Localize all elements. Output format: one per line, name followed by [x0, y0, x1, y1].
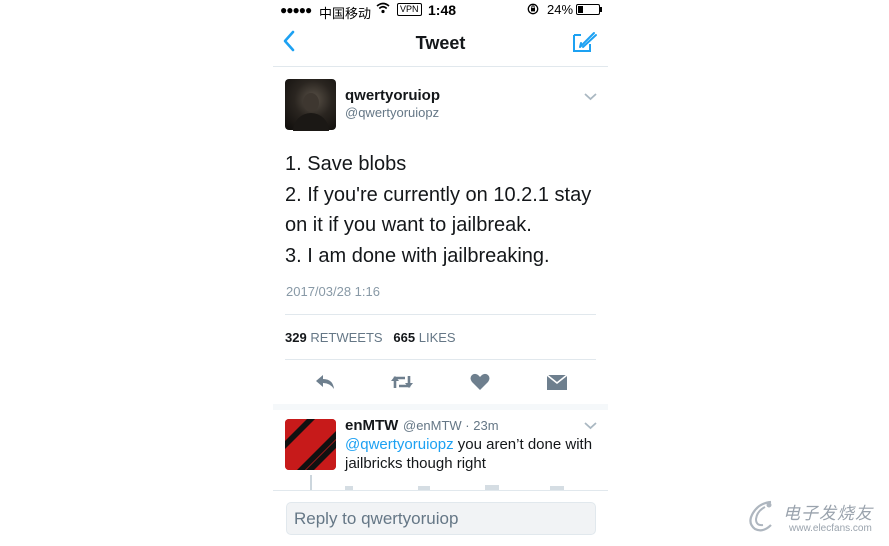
- watermark-url: www.elecfans.com: [789, 523, 872, 534]
- retweet-icon[interactable]: [390, 372, 414, 392]
- watermark-name: 电子发烧友: [783, 504, 873, 523]
- phone-screen: ●●●●● 中国移动 VPN 1:48 24% Tweet qwertyorui…: [273, 0, 608, 546]
- tweet-timestamp: 2017/03/28 1:16: [286, 284, 380, 299]
- battery-percent: 24%: [547, 2, 574, 17]
- reply-input[interactable]: Reply to qwertyoruiop: [286, 502, 596, 535]
- avatar-shoulders: [293, 113, 329, 131]
- tweet-text: 1. Save blobs 2. If you're currently on …: [285, 149, 600, 271]
- page-title: Tweet: [415, 33, 466, 53]
- tweet-text-line: on it if you want to jailbreak.: [285, 214, 532, 236]
- like-icon[interactable]: [469, 372, 491, 392]
- avatar-face: [303, 93, 319, 112]
- reply-icon[interactable]: [314, 372, 336, 392]
- retweets-label[interactable]: RETWEETS: [310, 330, 382, 345]
- rotation-lock-icon: [527, 3, 539, 15]
- likes-count[interactable]: 665: [393, 330, 415, 345]
- tweet-text-line: 3. I am done with jailbreaking.: [285, 244, 550, 267]
- signal-strength-icon: ●●●●●: [280, 3, 312, 17]
- chevron-down-icon[interactable]: [584, 92, 597, 101]
- tweet-author-handle[interactable]: @qwertyoruiopz: [345, 105, 439, 120]
- status-bar: ●●●●● 中国移动 VPN 1:48 24%: [273, 0, 608, 21]
- tweet-stats: 329 RETWEETS 665 LIKES: [285, 330, 456, 345]
- reply-icon[interactable]: [343, 482, 373, 490]
- reply-author-name[interactable]: enMTW: [345, 417, 398, 434]
- retweet-icon[interactable]: [416, 482, 436, 490]
- tweet-action-bar: [273, 366, 608, 400]
- like-icon[interactable]: [483, 482, 507, 490]
- reply-input-placeholder: Reply to qwertyoruiop: [294, 509, 459, 528]
- watermark: 电子发烧友 www.elecfans.com: [745, 497, 885, 542]
- navigation-bar: Tweet: [273, 20, 608, 67]
- vpn-badge: VPN: [397, 3, 422, 16]
- battery-fill: [578, 6, 583, 13]
- mention-link[interactable]: @qwertyoruiopz: [345, 436, 454, 453]
- reply-bar: Reply to qwertyoruiop: [273, 490, 608, 546]
- avatar[interactable]: [285, 79, 336, 131]
- watermark-logo-icon: [749, 500, 772, 532]
- likes-label[interactable]: LIKES: [419, 330, 456, 345]
- chevron-down-icon[interactable]: [584, 421, 597, 430]
- reply-avatar[interactable]: [285, 419, 336, 470]
- battery-icon: [576, 4, 602, 15]
- reply-meta: @enMTW · 23m: [403, 418, 499, 433]
- divider: [285, 359, 596, 360]
- compose-icon[interactable]: [572, 30, 598, 54]
- tweet-text-line: 2. If you're currently on 10.2.1 stay: [285, 183, 592, 206]
- message-icon[interactable]: [546, 372, 568, 392]
- wifi-icon: [376, 2, 390, 14]
- retweets-count[interactable]: 329: [285, 330, 307, 345]
- divider: [285, 314, 596, 315]
- tweet-author-name[interactable]: qwertyoruiop: [345, 87, 440, 104]
- tweet-text-line: 1. Save blobs: [285, 153, 407, 175]
- message-icon[interactable]: [548, 482, 568, 490]
- status-time: 1:48: [428, 2, 457, 18]
- reply-text: @qwertyoruiopz you aren’t done with jail…: [345, 435, 600, 473]
- section-gap: [273, 404, 608, 410]
